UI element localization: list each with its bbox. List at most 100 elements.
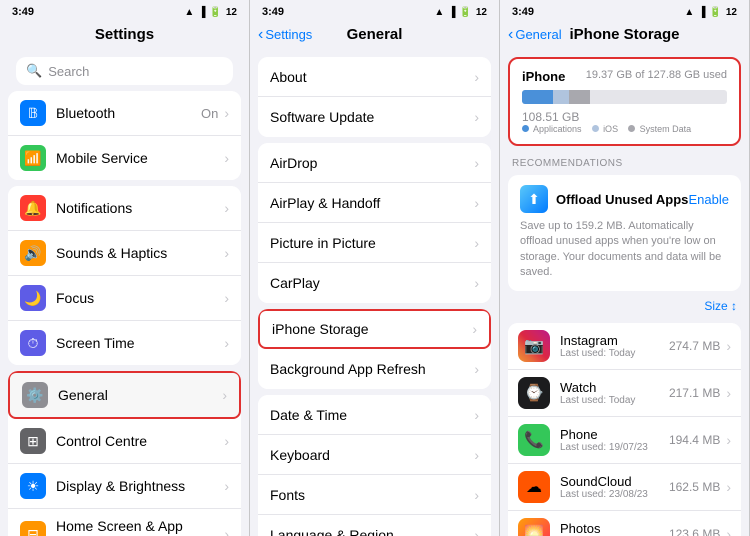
chevron-right-icon: ›: [224, 290, 229, 306]
soundcloud-icon: ☁: [518, 471, 550, 503]
iphone-storage-title: iPhone Storage: [569, 26, 679, 43]
used-text: 19.37 GB of 127.88 GB used: [586, 69, 727, 84]
legend-ios: iOS: [592, 124, 619, 134]
chevron-right-icon: ›: [474, 361, 479, 377]
focus-icon: 🌙: [20, 285, 46, 311]
bluetooth-icon: 𝔹: [20, 100, 46, 126]
settings-group-1: 🔔 Notifications › 🔊 Sounds & Haptics › 🌙…: [8, 186, 241, 365]
wifi-icon-3: ▲: [684, 7, 694, 18]
wifi-icon-2: ▲: [434, 7, 444, 18]
general-item-carplay[interactable]: CarPlay ›: [258, 263, 491, 303]
signal-icon-3: ▐: [698, 7, 705, 18]
battery-num-2: 12: [476, 7, 487, 18]
general-item-airdrop[interactable]: AirDrop ›: [258, 143, 491, 183]
size-sort-label[interactable]: Size ↕: [704, 299, 737, 313]
settings-item-focus[interactable]: 🌙 Focus ›: [8, 276, 241, 321]
storage-total: 108.51 GB: [522, 110, 727, 124]
general-panel: 3:49 ▲ ▐ 🔋 12 ‹ Settings General About ›…: [250, 0, 500, 536]
status-bar-1: 3:49 ▲ ▐ 🔋 12: [0, 0, 249, 22]
storage-device-title: iPhone 19.37 GB of 127.88 GB used: [522, 69, 727, 84]
chevron-right-icon: ›: [474, 487, 479, 503]
device-name: iPhone: [522, 69, 565, 84]
chevron-right-icon: ›: [224, 245, 229, 261]
app-item-instagram[interactable]: 📷 Instagram Last used: Today 274.7 MB ›: [508, 323, 741, 370]
settings-item-notifications[interactable]: 🔔 Notifications ›: [8, 186, 241, 231]
notifications-icon: 🔔: [20, 195, 46, 221]
settings-item-general[interactable]: ⚙️ General ›: [8, 371, 241, 419]
bar-ios: [553, 90, 569, 104]
chevron-right-icon: ›: [474, 195, 479, 211]
back-label: Settings: [265, 27, 312, 42]
general-back-button[interactable]: ‹ General: [508, 26, 562, 44]
battery-icon: 🔋: [209, 7, 221, 18]
general-item-fonts[interactable]: Fonts ›: [258, 475, 491, 515]
chevron-right-icon: ›: [224, 335, 229, 351]
app-item-phone[interactable]: 📞 Phone Last used: 19/07/23 194.4 MB ›: [508, 417, 741, 464]
general-item-keyboard[interactable]: Keyboard ›: [258, 435, 491, 475]
app-list: 📷 Instagram Last used: Today 274.7 MB › …: [508, 323, 741, 536]
chevron-right-icon: ›: [474, 69, 479, 85]
settings-item-sounds[interactable]: 🔊 Sounds & Haptics ›: [8, 231, 241, 276]
general-nav: ‹ Settings General: [250, 22, 499, 51]
rec-title: Offload Unused Apps: [556, 192, 689, 207]
settings-scroll[interactable]: 🔍 Search 𝔹 Bluetooth On › 📶 Mobile Servi…: [0, 51, 249, 536]
chevron-right-icon: ›: [224, 105, 229, 121]
chevron-right-icon: ›: [474, 407, 479, 423]
storage-bar: [522, 90, 727, 104]
phone-icon: 📞: [518, 424, 550, 456]
chevron-right-icon: ›: [726, 432, 731, 448]
time-2: 3:49: [262, 6, 284, 18]
general-item-datetime[interactable]: Date & Time ›: [258, 395, 491, 435]
screen-time-icon: ⏱: [20, 330, 46, 356]
chevron-right-icon: ›: [474, 155, 479, 171]
iphone-storage-scroll[interactable]: iPhone 19.37 GB of 127.88 GB used 108.51…: [500, 51, 749, 536]
settings-item-bluetooth[interactable]: 𝔹 Bluetooth On ›: [8, 91, 241, 136]
chevron-right-icon: ›: [726, 338, 731, 354]
settings-item-display[interactable]: ☀ Display & Brightness ›: [8, 464, 241, 509]
storage-legend: Applications iOS System Data: [522, 124, 727, 134]
search-bar[interactable]: 🔍 Search: [16, 57, 233, 85]
back-label-2: General: [515, 27, 561, 42]
general-item-airplay[interactable]: AirPlay & Handoff ›: [258, 183, 491, 223]
bar-system: [569, 90, 590, 104]
general-scroll[interactable]: About › Software Update › AirDrop › AirP…: [250, 51, 499, 536]
instagram-info: Instagram Last used: Today: [560, 333, 669, 359]
settings-nav: Settings: [0, 22, 249, 51]
display-icon: ☀: [20, 473, 46, 499]
general-group-4: Date & Time › Keyboard › Fonts › Languag…: [258, 395, 491, 536]
status-bar-3: 3:49 ▲ ▐ 🔋 12: [500, 0, 749, 22]
settings-item-screen-time[interactable]: ⏱ Screen Time ›: [8, 321, 241, 365]
chevron-right-icon: ›: [726, 385, 731, 401]
storage-device-block: iPhone 19.37 GB of 127.88 GB used 108.51…: [508, 57, 741, 146]
phone-info: Phone Last used: 19/07/23: [560, 427, 669, 453]
chevron-right-icon: ›: [224, 478, 229, 494]
settings-back-button[interactable]: ‹ Settings: [258, 26, 312, 44]
chevron-right-icon: ›: [224, 200, 229, 216]
chevron-right-icon: ›: [726, 526, 731, 536]
battery-num: 12: [226, 7, 237, 18]
general-item-language[interactable]: Language & Region ›: [258, 515, 491, 536]
settings-title: Settings: [95, 26, 154, 43]
settings-panel: 3:49 ▲ ▐ 🔋 12 Settings 🔍 Search 𝔹 Blueto…: [0, 0, 250, 536]
chevron-right-icon: ›: [222, 387, 227, 403]
settings-item-home-screen[interactable]: ⊟ Home Screen & App Library ›: [8, 509, 241, 536]
signal-icon-2: ▐: [448, 7, 455, 18]
signal-icon: ▐: [198, 7, 205, 18]
app-item-photos[interactable]: 🌅 Photos Last used: Today 123.6 MB ›: [508, 511, 741, 536]
rec-enable-button[interactable]: Enable: [689, 192, 729, 207]
app-item-soundcloud[interactable]: ☁ SoundCloud Last used: 23/08/23 162.5 M…: [508, 464, 741, 511]
watch-icon: ⌚: [518, 377, 550, 409]
home-screen-icon: ⊟: [20, 521, 46, 536]
general-item-iphone-storage[interactable]: iPhone Storage ›: [258, 309, 491, 349]
status-icons-3: ▲ ▐ 🔋 12: [684, 7, 737, 18]
back-chevron-icon-2: ‹: [508, 26, 513, 44]
general-item-picture[interactable]: Picture in Picture ›: [258, 223, 491, 263]
general-item-software-update[interactable]: Software Update ›: [258, 97, 491, 137]
settings-group-2: ⚙️ General › ⊞ Control Centre › ☀ Displa…: [8, 371, 241, 536]
general-item-background-refresh[interactable]: Background App Refresh ›: [258, 349, 491, 389]
general-item-about[interactable]: About ›: [258, 57, 491, 97]
settings-item-control-centre[interactable]: ⊞ Control Centre ›: [8, 419, 241, 464]
bar-apps: [522, 90, 553, 104]
settings-item-mobile-service[interactable]: 📶 Mobile Service ›: [8, 136, 241, 180]
app-item-watch[interactable]: ⌚ Watch Last used: Today 217.1 MB ›: [508, 370, 741, 417]
